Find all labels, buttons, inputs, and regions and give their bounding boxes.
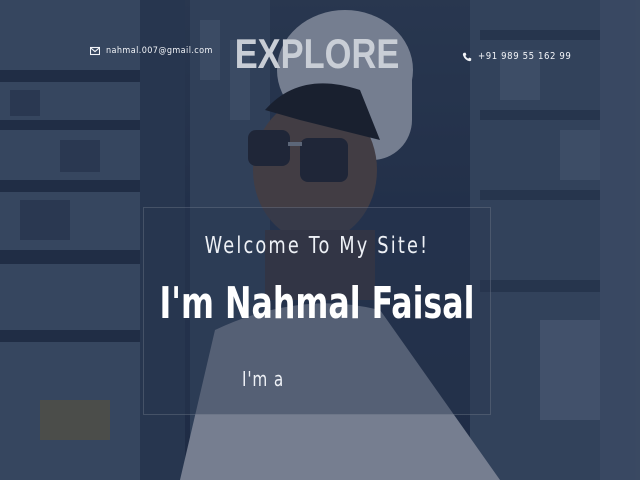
phone-link[interactable]: +91 989 55 162 99 (462, 51, 571, 62)
hero-section: nahmal.007@gmail.com EXPLORE +91 989 55 … (0, 0, 640, 480)
phone-text: +91 989 55 162 99 (478, 51, 572, 62)
phone-icon (462, 52, 472, 62)
typed-role-text: I'm a (242, 367, 285, 391)
welcome-heading: Welcome To My Site! (204, 233, 430, 259)
top-bar: nahmal.007@gmail.com EXPLORE +91 989 55 … (0, 0, 640, 110)
hero-name-heading: I'm Nahmal Faisal (159, 278, 475, 329)
